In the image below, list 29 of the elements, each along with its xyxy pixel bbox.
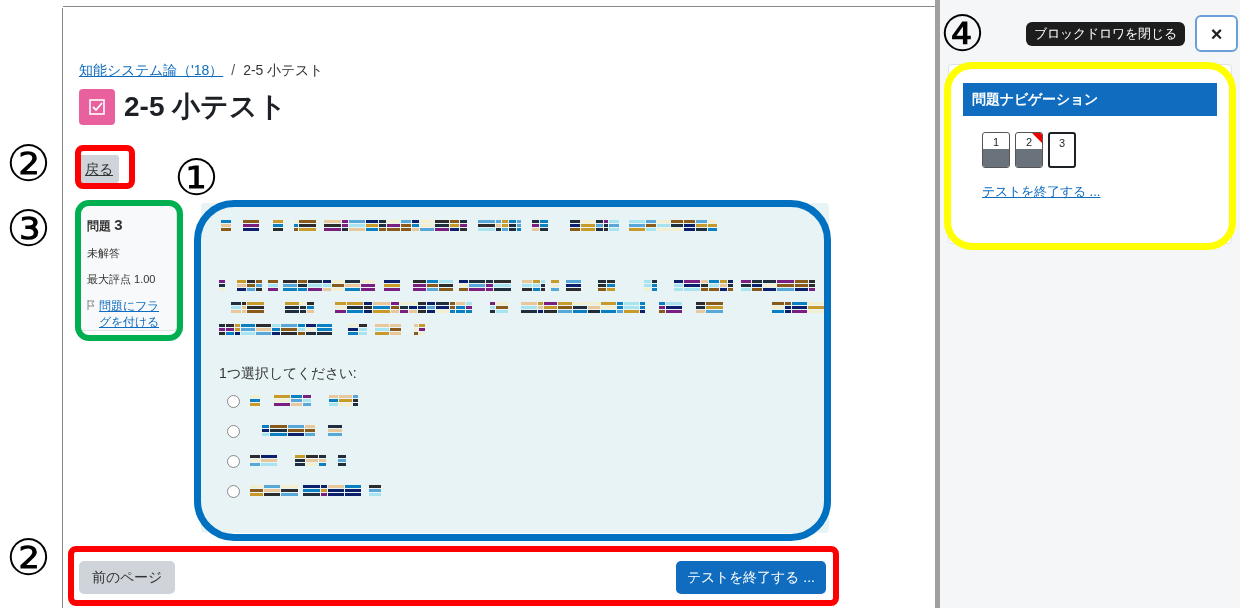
callout-number: ②: [6, 138, 51, 190]
callout-number: ①: [174, 152, 219, 204]
quiz-icon: [79, 89, 115, 125]
question-nav-button[interactable]: 1: [982, 132, 1010, 168]
question-status: 未解答: [87, 245, 121, 261]
tooltip: ブロックドロワを閉じる: [1026, 21, 1185, 46]
callout-number: ④: [940, 8, 985, 60]
question-nav-button[interactable]: 3: [1048, 132, 1076, 168]
page-title: 2-5 小テスト: [124, 90, 288, 124]
flag-question-link[interactable]: 問題にフラグを付ける: [99, 297, 169, 330]
question-prompt: 1つ選択してください:: [219, 364, 358, 383]
callout-number: ③: [6, 203, 51, 255]
finish-test-link[interactable]: テストを終了する ...: [982, 182, 1217, 202]
question-number: 問題 3: [87, 215, 124, 235]
question-nav-button[interactable]: 2: [1015, 132, 1043, 168]
radio-button[interactable]: [227, 424, 240, 438]
callout-number: ②: [6, 532, 51, 584]
breadcrumb-separator: /: [231, 61, 236, 80]
breadcrumb-link[interactable]: 知能システム論（'18）: [79, 60, 224, 81]
radio-button[interactable]: [227, 454, 240, 468]
breadcrumb-current: 2-5 小テスト: [243, 61, 324, 80]
back-button[interactable]: 戻る: [79, 155, 119, 183]
radio-button[interactable]: [227, 394, 240, 408]
block-title: 問題ナビゲーション: [963, 83, 1217, 116]
previous-page-button[interactable]: 前のページ: [79, 561, 175, 594]
max-grade: 最大評点 1.00: [87, 272, 157, 287]
finish-test-button[interactable]: テストを終了する ...: [676, 561, 826, 594]
close-button[interactable]: ×: [1195, 15, 1238, 52]
radio-button[interactable]: [227, 484, 240, 498]
